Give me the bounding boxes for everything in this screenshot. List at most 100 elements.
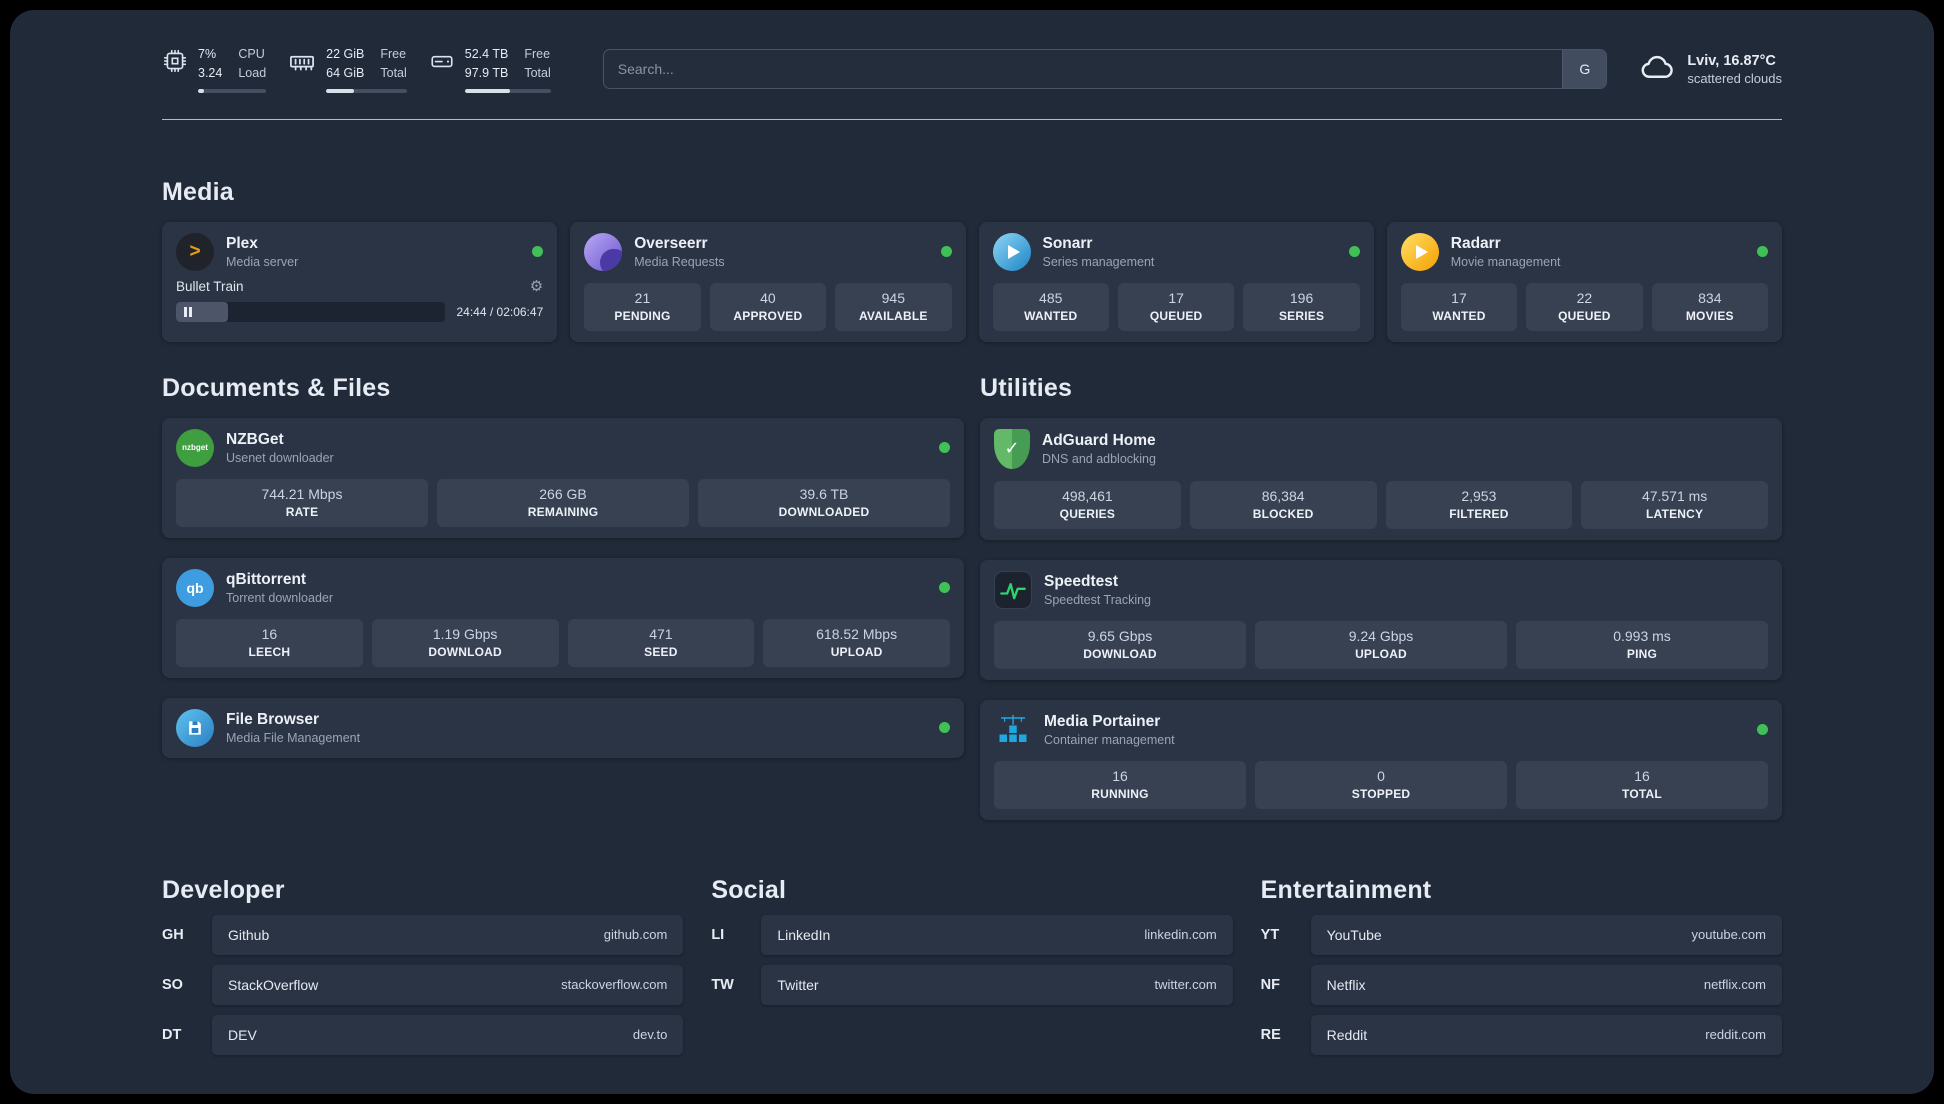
- app-card-overseerr[interactable]: Overseerr Media Requests 21 PENDING 40 APPROV…: [570, 221, 966, 342]
- filebrowser-icon: [176, 708, 214, 747]
- bookmark-link-github[interactable]: Github github.com: [212, 914, 684, 955]
- app-card-plex[interactable]: > Plex Media server Bullet Train ⚙ 24:44 / 02…: [162, 221, 558, 342]
- bookmark-link-youtube[interactable]: YouTube youtube.com: [1310, 914, 1782, 955]
- stat-label: LEECH: [248, 644, 291, 659]
- playback-progress-bar[interactable]: [176, 301, 445, 322]
- stat-value: 471: [649, 625, 673, 642]
- app-name: File Browser: [226, 710, 320, 728]
- nzbget-icon: nzbget: [176, 428, 214, 467]
- stat-tile-downloaded: 39.6 TB DOWNLOADED: [698, 478, 950, 527]
- app-card-adguard-home[interactable]: ✓ AdGuard Home DNS and adblocking 498,461 QU…: [980, 417, 1782, 540]
- app-subtitle: Series management: [1042, 254, 1155, 269]
- stat-label: RUNNING: [1091, 786, 1149, 801]
- app-card-sonarr[interactable]: Sonarr Series management 485 WANTED 17 QUEUED…: [978, 221, 1374, 342]
- stat-tile-seed: 471 SEED: [567, 618, 755, 667]
- app-card-header: Overseerr Media Requests: [584, 232, 952, 271]
- app-subtitle: Usenet downloader: [226, 450, 334, 465]
- bookmark-link-stackoverflow[interactable]: StackOverflow stackoverflow.com: [212, 964, 684, 1005]
- weather-location-temp: Lviv, 16.87°C: [1687, 52, 1776, 69]
- bookmark-row: SO StackOverflow stackoverflow.com: [162, 964, 684, 1005]
- bookmark-url: youtube.com: [1691, 927, 1766, 943]
- stat-value: 16: [261, 625, 278, 642]
- middle-sections: Documents & Files nzbget NZBGet Usenet dow…: [162, 374, 1782, 820]
- stat-value: 618.52 Mbps: [816, 625, 898, 642]
- app-titles: AdGuard Home DNS and adblocking: [1042, 432, 1156, 466]
- stat-value: 17: [1168, 289, 1184, 306]
- app-card-radarr[interactable]: Radarr Movie management 17 WANTED 22 QUEUED 83…: [1386, 221, 1782, 342]
- stat-value: 485: [1039, 289, 1063, 306]
- section-title-documents-files: Documents & Files: [162, 373, 391, 402]
- app-card-qbittorrent[interactable]: qb qBittorrent Torrent downloader 16 LEECH 1.…: [162, 557, 964, 678]
- stat-tile-total: 16 TOTAL: [1516, 760, 1768, 809]
- bookmark-group-title: Social: [711, 875, 787, 904]
- sonarr-icon: [992, 232, 1031, 271]
- bookmark-group-title: Entertainment: [1260, 875, 1432, 904]
- cpu-metric-body: 7% 3.24 CPU Load: [198, 46, 267, 93]
- app-card-nzbget[interactable]: nzbget NZBGet Usenet downloader 744.21 Mbps…: [162, 417, 964, 538]
- cpu-icon: [162, 48, 188, 79]
- app-name: Media Portainer: [1044, 712, 1161, 730]
- app-subtitle: Speedtest Tracking: [1044, 592, 1152, 607]
- app-name: Radarr: [1450, 234, 1501, 252]
- bookmark-url: dev.to: [632, 1027, 668, 1043]
- bookmark-link-dev[interactable]: DEV dev.to: [212, 1014, 684, 1055]
- app-card-header: > Plex Media server: [176, 232, 544, 271]
- app-subtitle: Movie management: [1450, 254, 1561, 269]
- stat-label: QUEUED: [1149, 308, 1203, 323]
- bookmark-row: TW Twitter twitter.com: [711, 964, 1233, 1005]
- ram-total-value: 64 GiB: [326, 65, 365, 80]
- bookmark-abbr: LI: [711, 926, 725, 943]
- bookmark-row: RE Reddit reddit.com: [1261, 1014, 1782, 1055]
- stat-value: 21: [634, 289, 651, 306]
- plex-icon: >: [176, 232, 214, 271]
- stat-label: AVAILABLE: [858, 308, 928, 323]
- cpu-progress-bar: [198, 88, 267, 93]
- app-name: Plex: [226, 234, 258, 252]
- now-playing-title: Bullet Train: [176, 278, 244, 294]
- app-card-header: qb qBittorrent Torrent downloader: [176, 568, 950, 607]
- qbittorrent-icon: qb: [176, 568, 214, 607]
- app-card-speedtest[interactable]: Speedtest Speedtest Tracking 9.65 Gbps DOWN…: [980, 559, 1782, 680]
- pause-icon[interactable]: [184, 306, 192, 317]
- app-card-media-portainer[interactable]: Media Portainer Container management 16 RUN…: [980, 699, 1782, 820]
- app-card-header: Sonarr Series management: [992, 232, 1360, 271]
- stat-label: DOWNLOADED: [778, 504, 870, 519]
- status-dot: [939, 722, 950, 734]
- search-input[interactable]: [602, 49, 1608, 90]
- utilities-section: Utilities ✓ AdGuard Home DNS and adblockin…: [980, 374, 1782, 820]
- app-card-header: Radarr Movie management: [1400, 232, 1768, 271]
- ram-progress-fill: [326, 88, 354, 93]
- gear-icon[interactable]: ⚙: [530, 279, 543, 294]
- bookmark-name: LinkedIn: [777, 926, 831, 943]
- bookmark-link-netflix[interactable]: Netflix netflix.com: [1310, 964, 1782, 1005]
- stat-label: SEED: [644, 644, 678, 659]
- bookmark-url: github.com: [603, 927, 668, 943]
- app-titles: NZBGet Usenet downloader: [226, 431, 334, 465]
- stat-tile-wanted: 17 WANTED: [1400, 282, 1518, 331]
- bookmark-url: linkedin.com: [1144, 927, 1217, 943]
- app-name: NZBGet: [226, 430, 284, 448]
- stat-label: REMAINING: [527, 504, 599, 519]
- search-engine-button[interactable]: G: [1562, 50, 1607, 89]
- stat-value: 0: [1377, 767, 1385, 784]
- stat-tile-queued: 22 QUEUED: [1526, 282, 1643, 331]
- stat-tile-remaining: 266 GB REMAINING: [437, 478, 689, 527]
- bookmark-link-reddit[interactable]: Reddit reddit.com: [1310, 1014, 1782, 1055]
- search-bar: G: [602, 49, 1608, 90]
- app-name: Sonarr: [1042, 234, 1093, 252]
- bookmark-link-linkedin[interactable]: LinkedIn linkedin.com: [761, 914, 1233, 955]
- stat-label: DOWNLOAD: [1083, 646, 1157, 661]
- bookmark-link-twitter[interactable]: Twitter twitter.com: [761, 964, 1233, 1005]
- stat-label: WANTED: [1024, 308, 1078, 323]
- stat-label: PENDING: [614, 308, 671, 323]
- bookmark-url: reddit.com: [1705, 1027, 1766, 1043]
- cpu-usage-percent: 7%: [198, 47, 217, 61]
- app-subtitle: Media server: [226, 254, 299, 269]
- portainer-icon: [994, 711, 1032, 749]
- weather-widget: Lviv, 16.87°C scattered clouds: [1639, 49, 1782, 90]
- now-playing-row: Bullet Train ⚙: [176, 279, 543, 294]
- app-card-file-browser[interactable]: File Browser Media File Management: [162, 697, 964, 758]
- stat-tile-queued: 17 QUEUED: [1117, 282, 1235, 331]
- stat-tiles: 16 LEECH 1.19 Gbps DOWNLOAD 471 SEED 618.52 Mb…: [176, 618, 950, 667]
- app-titles: Speedtest Speedtest Tracking: [1044, 573, 1151, 607]
